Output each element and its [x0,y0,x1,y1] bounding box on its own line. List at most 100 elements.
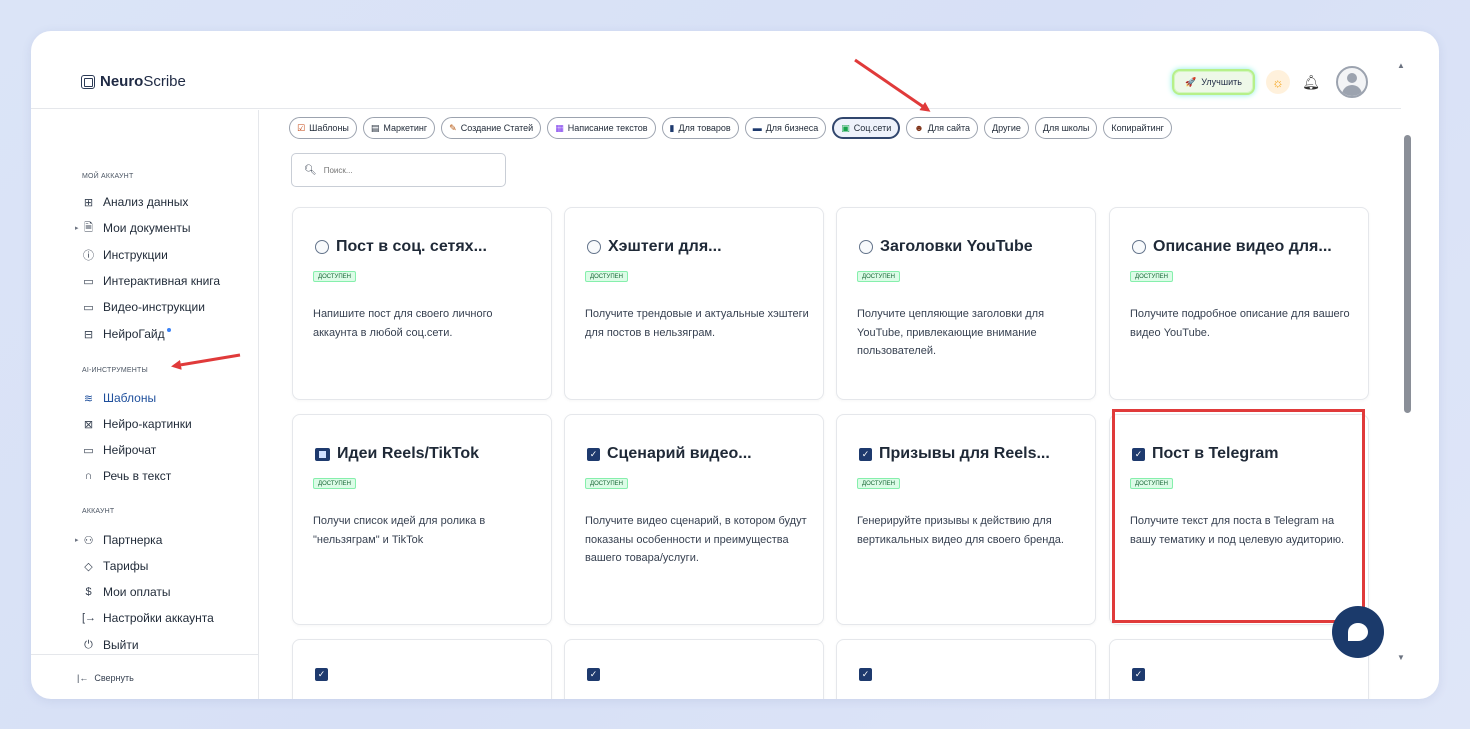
checkbox-icon: ☑ [297,122,306,133]
chip-other[interactable]: Другие [984,117,1029,139]
template-card[interactable]: Хэштеги для... ДОСТУПЕН Получите трендов… [564,207,824,400]
sidebar-item-speech-to-text[interactable]: ∩ Речь в текст [82,468,172,484]
chip-website[interactable]: ☻ Для сайта [906,117,979,139]
circle-icon [315,240,329,254]
caret-right-icon[interactable]: ▸ [75,224,79,232]
social-icon: ▣ [841,122,850,133]
image-icon: ⊠ [83,418,94,431]
status-badge: ДОСТУПЕН [857,478,900,489]
upgrade-label: Улучшить [1201,77,1242,87]
template-card[interactable]: Пост в соц. сетях... ДОСТУПЕН Напишите п… [292,207,552,400]
status-badge: ДОСТУПЕН [313,478,356,489]
chip-writing[interactable]: ▦ Написание текстов [547,117,656,139]
sidebar-item-neuroguide[interactable]: ⊟ НейроГайд [82,326,171,342]
card-description: Получите подробное описание для вашего в… [1130,308,1350,339]
template-card[interactable]: ✓ [292,639,552,699]
rocket-icon: 🚀 [1185,76,1197,87]
upgrade-button[interactable]: 🚀 Улучшить [1172,69,1255,95]
sidebar-item-templates[interactable]: ≋ Шаблоны [82,390,156,406]
scroll-down-arrow-icon[interactable]: ▼ [1397,653,1405,662]
scroll-up-arrow-icon[interactable]: ▲ [1397,61,1405,70]
chip-products[interactable]: ▮ Для товаров [661,117,739,139]
app-window: NeuroScribe 🚀 Улучшить ☼ 🔔︎ МОЙ АККАУНТ … [31,31,1439,699]
chip-marketing[interactable]: ▤ Маркетинг [362,117,436,139]
card-title: Идеи Reels/TikTok [337,445,480,462]
book-icon: ▭ [83,275,94,288]
theme-toggle-sun-icon[interactable]: ☼ [1266,70,1290,94]
checkbox-icon: ✓ [1132,668,1145,681]
checkbox-icon: ✓ [315,668,328,681]
sidebar-item-instructions[interactable]: ⓘ Инструкции [82,247,168,263]
logo-light: Scribe [143,73,186,90]
search-icon: 🔍︎ [304,164,317,176]
film-icon [315,447,330,461]
status-badge: ДОСТУПЕН [585,271,628,282]
search-input[interactable] [323,165,484,175]
layout-icon: ⊟ [83,328,94,341]
annotation-highlight-box [1112,409,1365,623]
collapse-sidebar-button[interactable]: |← Свернуть [77,673,134,683]
calendar-icon: ▤ [370,122,380,133]
chip-templates[interactable]: ☑ Шаблоны [289,117,357,139]
sidebar-item-neuro-images[interactable]: ⊠ Нейро-картинки [82,416,192,432]
headphones-icon: ∩ [84,470,93,482]
collapse-icon: |← [77,673,89,683]
card-description: Получите цепляющие заголовки для YouTube… [857,308,1045,357]
sidebar: МОЙ АККАУНТ ⊞ Анализ данных ▸ 🗎︎ Мои док… [31,110,259,699]
phone-icon: ▮ [669,122,675,133]
sidebar-item-partners[interactable]: ▸ ⚇ Партнерка [75,532,162,548]
circle-icon [1132,240,1146,254]
layers-icon: ≋ [83,392,94,405]
avatar[interactable] [1336,66,1368,98]
template-card[interactable]: ✓ Призывы для Reels... ДОСТУПЕН Генерируй… [836,414,1096,625]
login-icon: [→ [82,612,97,624]
template-card[interactable]: ✓ [836,639,1096,699]
logo[interactable]: NeuroScribe [81,73,186,90]
chip-articles[interactable]: ✎ Создание Статей [441,117,542,139]
template-card[interactable]: Заголовки YouTube ДОСТУПЕН Получите цепл… [836,207,1096,400]
status-badge: ДОСТУПЕН [313,271,356,282]
notifications-bell-icon[interactable]: 🔔︎ [1301,71,1321,93]
sidebar-item-my-payments[interactable]: $ Мои оплаты [82,584,170,600]
checkbox-icon: ✓ [859,447,872,461]
status-badge: ДОСТУПЕН [1130,271,1173,282]
tag-icon: ◇ [84,560,93,573]
checkbox-icon: ✓ [587,668,600,681]
template-card[interactable]: Идеи Reels/TikTok ДОСТУПЕН Получи список… [292,414,552,625]
chat-icon: ▭ [83,444,94,457]
card-title: Призывы для Reels... [879,445,1050,462]
sidebar-item-my-documents[interactable]: ▸ 🗎︎ Мои документы [75,220,190,236]
chip-business[interactable]: ▬ Для бизнеса [744,117,827,139]
template-card[interactable]: ✓ Сценарий видео... ДОСТУПЕН Получите вид… [564,414,824,625]
template-card[interactable]: Описание видео для... ДОСТУПЕН Получите … [1109,207,1369,400]
logo-bold: Neuro [100,73,144,90]
sidebar-item-logout[interactable]: ⏻ Выйти [82,637,138,653]
template-card[interactable]: ✓ [1109,639,1369,699]
card-title: Пост в соц. сетях... [336,238,487,255]
card-title: Хэштеги для... [608,238,722,255]
chip-school[interactable]: Для школы [1034,117,1098,139]
caret-right-icon[interactable]: ▸ [75,536,79,544]
template-card[interactable]: ✓ [564,639,824,699]
sidebar-item-neurochat[interactable]: ▭ Нейрочат [82,442,156,458]
sidebar-item-video-instructions[interactable]: ▭ Видео-инструкции [82,299,205,315]
laptop-icon: ▬ [752,123,762,133]
logo-icon [81,74,95,89]
section-title-my-account: МОЙ АККАУНТ [82,173,134,180]
chat-widget-button[interactable] [1332,606,1384,658]
sidebar-item-data-analysis[interactable]: ⊞ Анализ данных [82,194,189,210]
chip-copywriting[interactable]: Копирайтинг [1103,117,1172,139]
chip-social[interactable]: ▣ Соц.сети [832,117,901,139]
search-box[interactable]: 🔍︎ [291,153,506,187]
sidebar-item-account-settings[interactable]: [→ Настройки аккаунта [82,610,214,626]
scrollbar-thumb[interactable] [1404,135,1411,413]
status-badge: ДОСТУПЕН [585,478,628,489]
robot-icon: ☻ [914,123,924,133]
sidebar-item-interactive-book[interactable]: ▭ Интерактивная книга [82,273,220,289]
users-icon: ⚇ [83,534,94,547]
sidebar-item-tariffs[interactable]: ◇ Тарифы [82,558,148,574]
card-description: Получите трендовые и актуальные хэштеги … [585,308,809,339]
category-chips: ☑ Шаблоны ▤ Маркетинг ✎ Создание Статей ▦ На… [289,117,1172,139]
card-title: Сценарий видео... [607,445,752,462]
card-description: Напишите пост для своего личного аккаунт… [313,308,493,339]
